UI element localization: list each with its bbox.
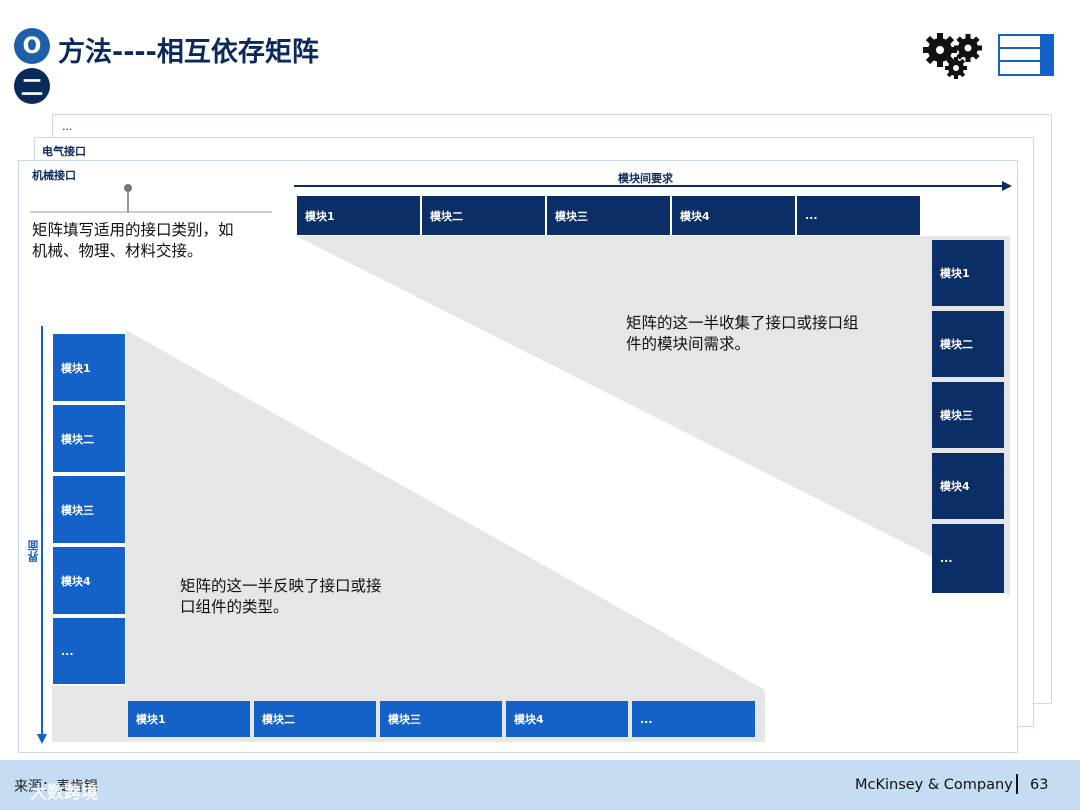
side-axis-label: 界面	[27, 540, 40, 562]
upper-half-note-line1: 矩阵的这一半收集了接口或接口组	[626, 314, 859, 332]
watermark: 大数跨境	[30, 783, 98, 803]
footer-separator	[1016, 774, 1018, 794]
left-column-cell: 模块三	[53, 476, 125, 543]
top-axis-arrowhead	[1002, 181, 1012, 191]
right-column-cell: 模块1	[932, 240, 1004, 306]
bottom-row-cell: 模块二	[254, 701, 376, 737]
top-row-cell: 模块三	[547, 196, 670, 235]
matrix-triangles	[30, 181, 1012, 744]
top-row-cell: 模块二	[422, 196, 545, 235]
callout-note: 矩阵填写适用的接口类别，如 机械、物理、材料交接。	[32, 220, 234, 262]
callout-note-line1: 矩阵填写适用的接口类别，如	[32, 221, 234, 239]
bottom-row-cell: 模块三	[380, 701, 502, 737]
left-column-cell: 模块1	[53, 334, 125, 401]
footer-company: McKinsey & Company	[855, 777, 1013, 793]
right-column-cell: 模块二	[932, 311, 1004, 377]
lower-half-note-line1: 矩阵的这一半反映了接口或接	[180, 577, 382, 595]
top-row-cell: ...	[797, 196, 920, 235]
lower-half-note-line2: 口组件的类型。	[180, 598, 289, 616]
right-column-cell: 模块三	[932, 382, 1004, 448]
left-column-cell: ...	[53, 618, 125, 684]
callout-pointer-dot	[124, 184, 132, 192]
bottom-row-cell: 模块4	[506, 701, 628, 737]
bottom-row-cell: ...	[632, 701, 755, 737]
page-number: 63	[1030, 777, 1049, 793]
callout-note-line2: 机械、物理、材料交接。	[32, 242, 203, 260]
upper-half-note-line2: 件的模块间需求。	[626, 335, 751, 353]
lower-triangle-base	[52, 686, 126, 742]
right-column-cell: ...	[932, 524, 1004, 593]
left-column-cell: 模块二	[53, 405, 125, 472]
left-column-cell: 模块4	[53, 547, 125, 614]
top-row-cell: 模块4	[672, 196, 795, 235]
upper-half-note: 矩阵的这一半收集了接口或接口组 件的模块间需求。	[626, 313, 859, 355]
right-column-cell: 模块4	[932, 453, 1004, 519]
bottom-row-cell: 模块1	[128, 701, 250, 737]
top-row-cell: 模块1	[297, 196, 420, 235]
side-axis-arrowhead	[37, 734, 47, 744]
top-axis-label: 模块间要求	[618, 172, 673, 185]
lower-half-note: 矩阵的这一半反映了接口或接 口组件的类型。	[180, 576, 382, 618]
